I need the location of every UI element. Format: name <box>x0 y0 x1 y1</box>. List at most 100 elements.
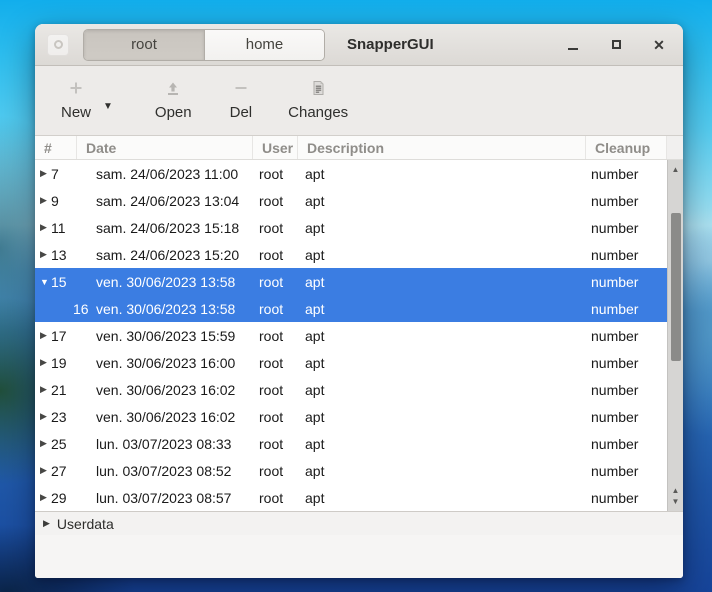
row-description: apt <box>298 463 586 479</box>
column-header-cleanup[interactable]: Cleanup <box>586 136 667 159</box>
changes-button[interactable]: Changes <box>282 77 354 123</box>
open-button-label: Open <box>155 104 192 121</box>
row-user: root <box>253 355 298 371</box>
table-row[interactable]: ▶ 7 sam. 24/06/2023 11:00 root apt numbe… <box>35 160 667 187</box>
table-row[interactable]: ▶ 27 lun. 03/07/2023 08:52 root apt numb… <box>35 457 667 484</box>
changes-document-icon <box>310 79 326 97</box>
scroll-up-icon[interactable]: ▲ <box>668 166 683 174</box>
titlebar[interactable]: root home SnapperGUI ✕ <box>35 24 683 66</box>
row-date: ven. 30/06/2023 15:59 <box>77 328 253 344</box>
table-row[interactable]: ▶ 9 sam. 24/06/2023 13:04 root apt numbe… <box>35 187 667 214</box>
row-cleanup: number <box>586 301 667 317</box>
row-expander-icon[interactable]: ▶ <box>35 384 51 395</box>
dropdown-arrow-icon: ▼ <box>103 101 113 112</box>
open-button[interactable]: Open <box>149 77 198 123</box>
row-description: apt <box>298 328 586 344</box>
minimize-button[interactable] <box>565 37 581 53</box>
row-expander-icon[interactable]: ▶ <box>35 465 51 476</box>
column-header-description[interactable]: Description <box>298 136 586 159</box>
row-expander-icon[interactable]: ▶ <box>35 195 51 206</box>
row-number: 13 <box>51 247 77 263</box>
row-date: ven. 30/06/2023 16:00 <box>77 355 253 371</box>
maximize-button[interactable] <box>608 37 624 53</box>
new-button-label: New <box>61 104 91 121</box>
row-expander-icon[interactable]: ▶ <box>35 411 51 422</box>
table-row[interactable]: ▶ 11 sam. 24/06/2023 15:18 root apt numb… <box>35 214 667 241</box>
row-date: sam. 24/06/2023 15:20 <box>77 247 253 263</box>
snapshot-list: ▶ 7 sam. 24/06/2023 11:00 root apt numbe… <box>35 160 683 511</box>
row-user: root <box>253 382 298 398</box>
row-number: 9 <box>51 193 77 209</box>
maximize-icon <box>612 40 621 49</box>
row-cleanup: number <box>586 490 667 506</box>
userdata-expander[interactable]: ▶ Userdata <box>35 511 683 535</box>
row-number: 19 <box>51 355 77 371</box>
snappergui-window: root home SnapperGUI ✕ New ▼ <box>35 24 683 578</box>
row-cleanup: number <box>586 328 667 344</box>
row-cleanup: number <box>586 220 667 236</box>
row-description: apt <box>298 193 586 209</box>
table-row[interactable]: ▶ 19 ven. 30/06/2023 16:00 root apt numb… <box>35 349 667 376</box>
row-date: ven. 30/06/2023 16:02 <box>77 409 253 425</box>
tab-root[interactable]: root <box>84 30 204 60</box>
del-button[interactable]: Del <box>224 77 259 123</box>
row-number: 15 <box>51 274 77 290</box>
row-user: root <box>253 490 298 506</box>
row-user: root <box>253 193 298 209</box>
scroll-step-up-icon[interactable]: ▲ <box>668 487 683 495</box>
row-user: root <box>253 463 298 479</box>
row-cleanup: number <box>586 193 667 209</box>
row-description: apt <box>298 247 586 263</box>
row-cleanup: number <box>586 409 667 425</box>
row-expander-icon[interactable]: ▶ <box>35 357 51 368</box>
row-expander-icon[interactable]: ▶ <box>35 249 51 260</box>
row-cleanup: number <box>586 463 667 479</box>
table-row[interactable]: ▶ 17 ven. 30/06/2023 15:59 root apt numb… <box>35 322 667 349</box>
row-number: 23 <box>51 409 77 425</box>
column-header-number[interactable]: # <box>35 136 77 159</box>
row-cleanup: number <box>586 274 667 290</box>
row-cleanup: number <box>586 355 667 371</box>
row-expander-icon[interactable]: ▼ <box>35 277 51 287</box>
config-tab-group: root home <box>83 29 325 61</box>
row-user: root <box>253 436 298 452</box>
row-number: 25 <box>51 436 77 452</box>
row-expander-icon[interactable]: ▶ <box>35 492 51 503</box>
table-row[interactable]: ▶ 29 lun. 03/07/2023 08:57 root apt numb… <box>35 484 667 511</box>
vertical-scrollbar[interactable]: ▲ ▲ ▼ <box>667 160 683 511</box>
row-description: apt <box>298 436 586 452</box>
table-row[interactable]: ▶ 13 sam. 24/06/2023 15:20 root apt numb… <box>35 241 667 268</box>
toolbar: New ▼ Open Del <box>35 66 683 136</box>
close-button[interactable]: ✕ <box>651 37 667 53</box>
tab-home[interactable]: home <box>204 30 324 60</box>
row-description: apt <box>298 490 586 506</box>
column-header-date[interactable]: Date <box>77 136 253 159</box>
new-button[interactable]: New <box>55 77 97 123</box>
row-expander-icon[interactable]: ▶ <box>35 222 51 233</box>
row-date: lun. 03/07/2023 08:33 <box>77 436 253 452</box>
table-row[interactable]: ▶ 23 ven. 30/06/2023 16:02 root apt numb… <box>35 403 667 430</box>
row-date: lun. 03/07/2023 08:52 <box>77 463 253 479</box>
table-row[interactable]: ▶ 25 lun. 03/07/2023 08:33 root apt numb… <box>35 430 667 457</box>
column-header-user[interactable]: User <box>253 136 298 159</box>
row-expander-icon[interactable]: ▶ <box>35 168 51 179</box>
row-user: root <box>253 166 298 182</box>
scrollbar-thumb[interactable] <box>671 213 681 361</box>
row-date: sam. 24/06/2023 15:18 <box>77 220 253 236</box>
header-corner <box>667 136 683 159</box>
scroll-step-down-icon[interactable]: ▼ <box>668 498 683 506</box>
row-number: 27 <box>51 463 77 479</box>
row-expander-icon[interactable]: ▶ <box>35 330 51 341</box>
row-number: 16 <box>51 301 77 317</box>
row-date: ven. 30/06/2023 13:58 <box>77 301 253 317</box>
row-expander-icon[interactable]: ▶ <box>35 438 51 449</box>
row-number: 11 <box>51 220 77 236</box>
table-row[interactable]: ▶ 21 ven. 30/06/2023 16:02 root apt numb… <box>35 376 667 403</box>
table-row[interactable]: ▼ 15 ven. 30/06/2023 13:58 root apt numb… <box>35 268 667 295</box>
table-row[interactable]: 16 ven. 30/06/2023 13:58 root apt number <box>35 295 667 322</box>
row-user: root <box>253 301 298 317</box>
plus-icon <box>68 79 84 97</box>
row-date: ven. 30/06/2023 13:58 <box>77 274 253 290</box>
new-dropdown-button[interactable]: ▼ <box>103 101 113 112</box>
window-controls: ✕ <box>565 37 667 53</box>
